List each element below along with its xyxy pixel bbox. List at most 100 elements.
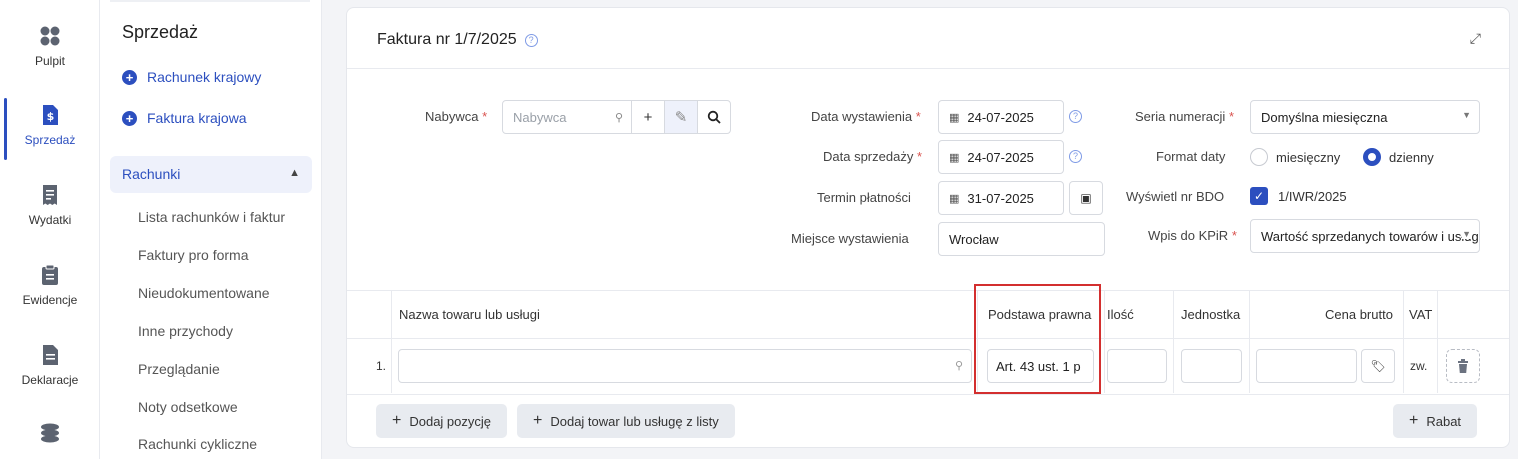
edit-buyer-button[interactable]: ✎	[664, 100, 698, 134]
column-header-unit: Jednostka	[1181, 307, 1241, 322]
action-label: Faktura krajowa	[147, 110, 247, 126]
delete-row-button[interactable]	[1446, 349, 1480, 383]
kpir-label: Wpis do KPiR *	[1148, 228, 1237, 243]
clipboard-icon	[42, 264, 58, 285]
radio-selected-icon	[1363, 148, 1381, 166]
item-name-input[interactable]	[398, 349, 972, 383]
search-buyer-button[interactable]	[697, 100, 731, 134]
bdo-checkbox[interactable]: ✓ 1/IWR/2025	[1250, 187, 1347, 205]
page-title: Faktura nr 1/7/2025 ?	[377, 31, 538, 49]
tag-icon: 🏷	[1370, 359, 1386, 373]
place-label: Miejsce wystawienia	[791, 231, 909, 246]
help-icon[interactable]: ?	[524, 33, 538, 47]
discount-button[interactable]: + Rabat	[1393, 404, 1478, 438]
add-buyer-button[interactable]: +	[631, 100, 665, 134]
rail-item-pulpit[interactable]: Pulpit	[0, 24, 100, 68]
help-icon[interactable]: ?	[1069, 150, 1082, 163]
new-domestic-invoice-button[interactable]: + Faktura krajowa	[122, 110, 247, 126]
divider	[110, 0, 310, 2]
document-icon	[43, 345, 58, 365]
plus-icon: +	[533, 412, 543, 429]
plus-icon: +	[392, 412, 402, 429]
coins-icon	[41, 423, 59, 443]
column-header-vat: VAT	[1409, 307, 1433, 322]
sidebar-title: Sprzedaż	[122, 22, 199, 42]
divider	[1437, 290, 1438, 393]
calendar-plus-icon: ▣	[1080, 191, 1092, 205]
gross-price-input[interactable]	[1256, 349, 1357, 383]
search-icon: ⚲	[614, 111, 623, 124]
sidebar-link-interest-notes[interactable]: Noty odsetkowe	[138, 399, 238, 415]
issue-date-label: Data wystawienia *	[811, 109, 921, 124]
rail-label: Wydatki	[28, 213, 72, 227]
trash-icon	[1458, 359, 1468, 373]
divider	[347, 68, 1509, 69]
calendar-picker-button[interactable]: ▣	[1069, 181, 1103, 215]
plus-icon: +	[1409, 412, 1419, 429]
invoice-dollar-icon: $	[43, 105, 58, 125]
rail-item-sprzedaz[interactable]: $ Sprzedaż	[0, 103, 100, 147]
add-item-button[interactable]: + Dodaj pozycję	[376, 404, 507, 438]
rail-label: Sprzedaż	[24, 133, 76, 147]
sidebar-link-browse[interactable]: Przeglądanie	[138, 361, 220, 377]
receipt-icon	[43, 185, 57, 205]
search-icon: ⚲	[955, 360, 964, 372]
row-index: 1.	[376, 359, 387, 373]
buyer-label: Nabywca *	[425, 109, 488, 124]
buyer-placeholder: Nabywca	[513, 109, 567, 125]
place-input[interactable]: Wrocław	[938, 222, 1105, 256]
divider	[347, 394, 1509, 395]
divider	[347, 338, 1509, 339]
quantity-input[interactable]	[1107, 349, 1167, 383]
calendar-icon: ▦	[949, 192, 960, 205]
chevron-up-icon: ▲	[289, 167, 300, 179]
add-from-list-button[interactable]: + Dodaj towar lub usługę z listy	[517, 404, 735, 438]
radio-icon	[1250, 148, 1268, 166]
divider	[1104, 290, 1105, 393]
invoice-card: Faktura nr 1/7/2025 ? ⤢ Nabywca * Nabywc…	[346, 7, 1510, 448]
payment-term-input[interactable]: ▦ 31-07-2025	[938, 181, 1064, 215]
divider	[1403, 290, 1404, 393]
checkmark-icon: ✓	[1250, 187, 1268, 205]
date-format-label: Format daty	[1156, 149, 1226, 164]
payment-term-label: Termin płatności	[817, 190, 911, 205]
help-icon[interactable]: ?	[1069, 110, 1082, 123]
kpir-select[interactable]: Wartość sprzedanych towarów i usług ▼	[1250, 219, 1480, 253]
date-format-monthly-radio[interactable]: miesięczny	[1250, 148, 1340, 166]
column-header-qty: Ilość	[1107, 307, 1134, 322]
sale-date-input[interactable]: ▦ 24-07-2025	[938, 140, 1064, 174]
rail-item-ewidencje[interactable]: Ewidencje	[0, 263, 100, 307]
sidebar-link-recurring[interactable]: Rachunki cykliczne	[138, 436, 257, 452]
issue-date-input[interactable]: ▦ 24-07-2025	[938, 100, 1064, 134]
bdo-label: Wyświetl nr BDO	[1126, 189, 1225, 204]
highlight-box	[974, 284, 1101, 394]
search-icon	[707, 110, 721, 124]
dashboard-icon	[40, 26, 60, 46]
sidebar-link-list[interactable]: Lista rachunków i faktur	[138, 209, 285, 225]
new-domestic-bill-button[interactable]: + Rachunek krajowy	[122, 69, 261, 85]
sidebar-group-rachunki[interactable]: Rachunki ▲	[110, 156, 312, 193]
section-sidebar: Sprzedaż + Rachunek krajowy + Faktura kr…	[100, 0, 322, 459]
rail-item-wydatki[interactable]: Wydatki	[0, 183, 100, 227]
chevron-down-icon: ▼	[1462, 110, 1471, 120]
sale-date-label: Data sprzedaży *	[823, 149, 923, 164]
svg-text:$: $	[47, 110, 55, 123]
rail-label: Deklaracje	[21, 373, 79, 387]
sidebar-link-other-income[interactable]: Inne przychody	[138, 323, 233, 339]
price-tag-button[interactable]: 🏷	[1361, 349, 1395, 383]
rail-item-coins[interactable]	[0, 422, 100, 452]
date-format-daily-radio[interactable]: dzienny	[1363, 148, 1434, 166]
sidebar-link-proforma[interactable]: Faktury pro forma	[138, 247, 248, 263]
divider	[1249, 290, 1250, 393]
column-header-name: Nazwa towaru lub usługi	[399, 307, 540, 322]
vat-value: zw.	[1410, 359, 1428, 373]
series-select[interactable]: Domyślna miesięczna ▼	[1250, 100, 1480, 134]
buyer-input[interactable]: Nabywca ⚲	[502, 100, 632, 134]
expand-icon[interactable]: ⤢	[1470, 30, 1481, 47]
invoice-title: Faktura nr 1/7/2025	[377, 31, 517, 48]
divider	[391, 290, 392, 393]
group-label: Rachunki	[122, 166, 181, 182]
sidebar-link-undocumented[interactable]: Nieudokumentowane	[138, 285, 270, 301]
unit-input[interactable]	[1181, 349, 1242, 383]
rail-item-deklaracje[interactable]: Deklaracje	[0, 343, 100, 387]
